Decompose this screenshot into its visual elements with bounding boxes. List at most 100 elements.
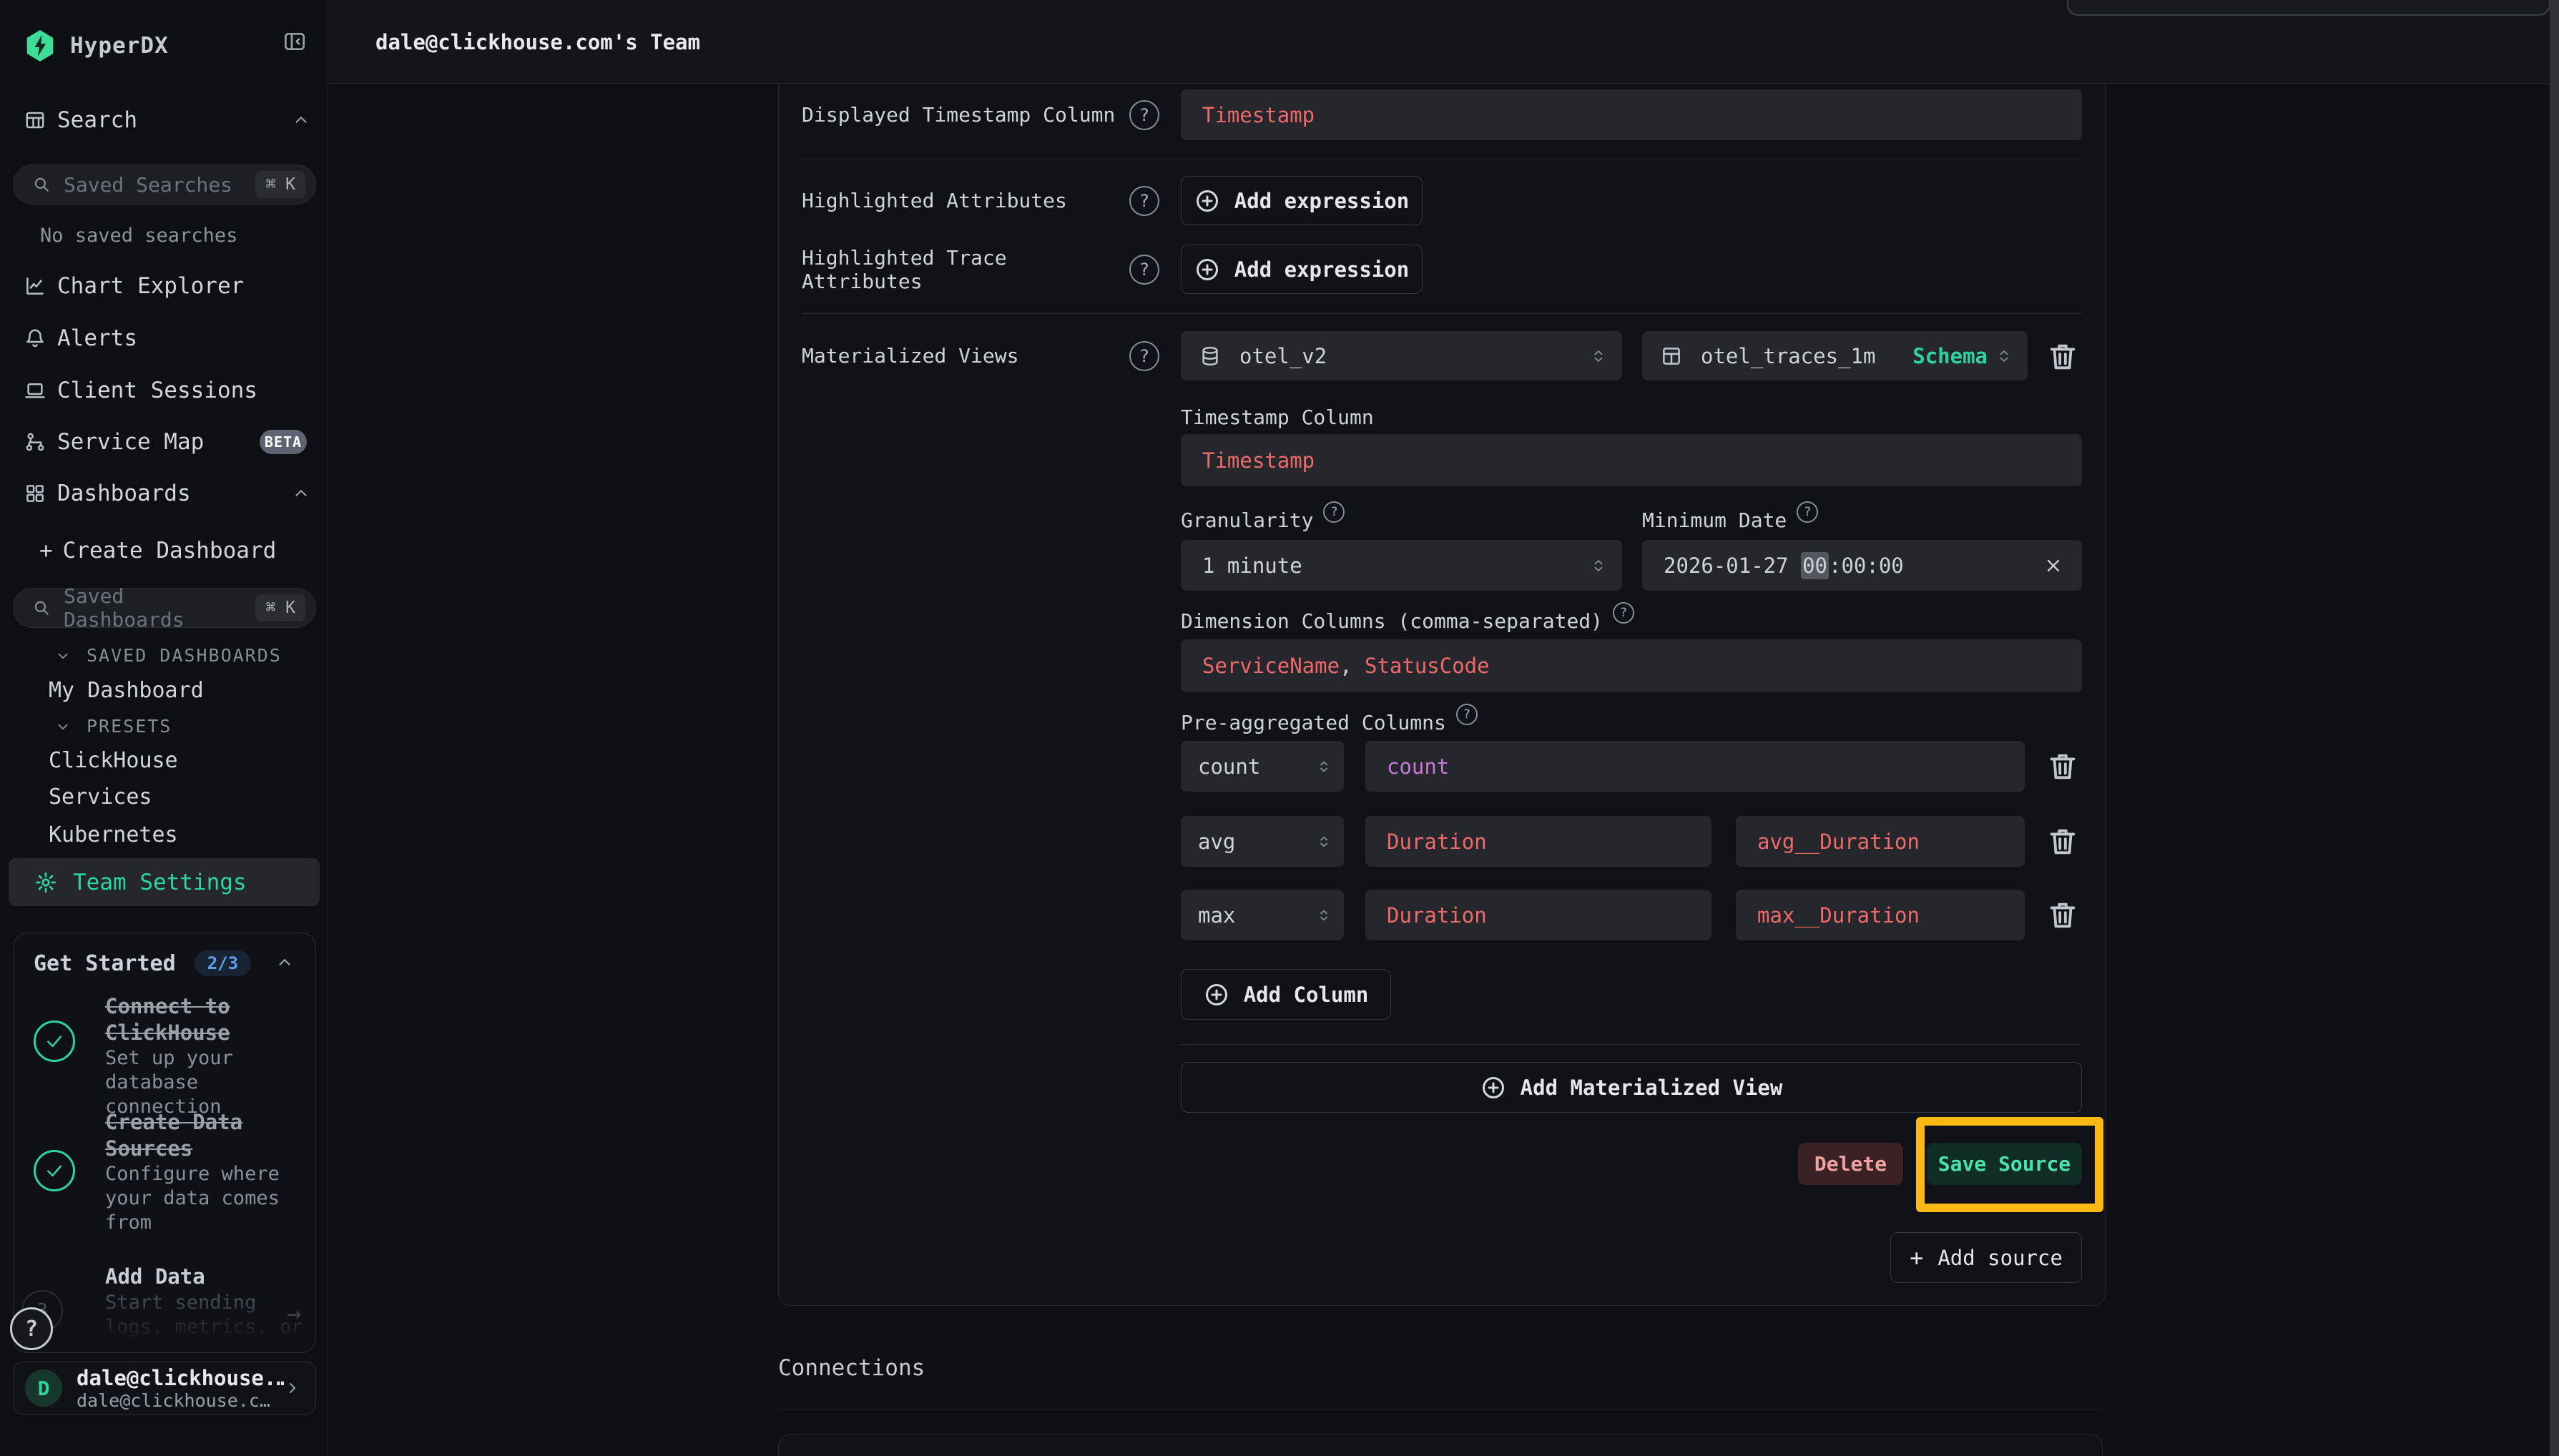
add-expression-button[interactable]: Add expression xyxy=(1181,176,1423,225)
sidebar-item-dashboards[interactable]: Dashboards xyxy=(0,468,328,519)
sidebar-item-client-sessions[interactable]: Client Sessions xyxy=(0,365,328,416)
beta-badge: BETA xyxy=(260,430,307,454)
search-icon xyxy=(32,175,51,194)
step-title[interactable]: Create Data Sources xyxy=(105,1109,313,1162)
floating-panel-cutoff xyxy=(2067,0,2550,16)
user-menu[interactable]: D dale@clickhouse.… dale@clickhouse.c… xyxy=(13,1362,316,1415)
sidebar-item-label: Client Sessions xyxy=(57,378,257,403)
sidebar-item-services[interactable]: Services xyxy=(49,784,152,810)
aggregation-expr-input[interactable]: Duration xyxy=(1365,816,1711,867)
hour-segment: 00 xyxy=(1801,552,1829,579)
help-icon[interactable]: ? xyxy=(1129,100,1159,130)
page-title: dale@clickhouse.com's Team xyxy=(375,0,700,84)
plus-circle-icon xyxy=(1204,982,1229,1008)
delete-column-trash-icon[interactable] xyxy=(2046,825,2079,857)
chart-explorer-icon xyxy=(24,275,46,297)
sidebar-item-chart-explorer[interactable]: Chart Explorer xyxy=(0,260,328,312)
help-button[interactable]: ? xyxy=(10,1307,53,1350)
aggregation-expr-input[interactable]: Duration xyxy=(1365,890,1711,940)
search-icon xyxy=(32,599,51,617)
dimension-columns-label: Dimension Columns (comma-separated) xyxy=(1181,609,1603,633)
chevron-up-icon[interactable] xyxy=(275,953,294,972)
sidebar-item-clickhouse[interactable]: ClickHouse xyxy=(49,748,178,773)
sidebar-item-label: Service Map xyxy=(57,429,204,455)
chevron-down-icon xyxy=(55,648,71,664)
help-icon[interactable]: ? xyxy=(1797,501,1818,523)
table-select[interactable]: otel_traces_1m Schema xyxy=(1642,331,2028,380)
delete-button[interactable]: Delete xyxy=(1798,1143,1903,1185)
delete-view-trash-icon[interactable] xyxy=(2046,340,2079,373)
select-chevrons-icon xyxy=(1591,345,1606,367)
help-icon[interactable]: ? xyxy=(1129,186,1159,216)
chevron-up-icon[interactable] xyxy=(292,484,310,503)
aggregation-fn-select[interactable]: max xyxy=(1181,890,1344,940)
create-dashboard-button[interactable]: + Create Dashboard xyxy=(0,525,328,576)
help-icon[interactable]: ? xyxy=(1456,704,1478,725)
saved-dashboards-input[interactable]: Saved Dashboards ⌘ K xyxy=(13,588,316,628)
clear-date-icon[interactable] xyxy=(2043,556,2063,576)
get-started-header[interactable]: Get Started 2/3 xyxy=(34,950,251,976)
highlighted-attributes-label: Highlighted Attributes xyxy=(802,189,1067,212)
granularity-label: Granularity xyxy=(1181,508,1313,532)
aggregation-fn-select[interactable]: count xyxy=(1181,741,1344,792)
granularity-select[interactable]: 1 minute xyxy=(1181,540,1622,591)
timestamp-column-label: Timestamp Column xyxy=(1181,405,1374,429)
database-icon xyxy=(1199,345,1222,367)
dimension-columns-input[interactable]: ServiceName, StatusCode xyxy=(1181,639,2082,692)
plus-icon: + xyxy=(39,538,53,564)
step-description: Start sending logs, metrics, or traces xyxy=(105,1291,316,1353)
select-chevrons-icon xyxy=(1317,832,1332,852)
step-complete-icon xyxy=(34,1150,75,1191)
minimum-date-input[interactable]: 2026-01-27 00:00:00 xyxy=(1642,540,2082,591)
add-column-button[interactable]: Add Column xyxy=(1181,969,1391,1020)
saved-dashboards-section[interactable]: SAVED DASHBOARDS xyxy=(55,645,282,666)
search-section-icon xyxy=(24,109,46,131)
delete-column-trash-icon[interactable] xyxy=(2046,749,2079,782)
database-select[interactable]: otel_v2 xyxy=(1181,331,1622,380)
plus-circle-icon xyxy=(1480,1075,1506,1101)
section-label: PRESETS xyxy=(87,716,172,737)
kbd-shortcut: ⌘ K xyxy=(255,594,305,621)
step-title[interactable]: Connect to ClickHouse xyxy=(105,993,313,1046)
add-expression-button[interactable]: Add expression xyxy=(1181,245,1423,294)
presets-section[interactable]: PRESETS xyxy=(55,716,172,737)
sidebar-item-my-dashboard[interactable]: My Dashboard xyxy=(49,678,204,703)
aggregation-alias-input[interactable]: avg__Duration xyxy=(1736,816,2025,867)
schema-link[interactable]: Schema xyxy=(1912,344,1988,368)
help-icon[interactable]: ? xyxy=(1613,602,1634,624)
save-source-button[interactable]: Save Source xyxy=(1927,1143,2082,1185)
help-icon[interactable]: ? xyxy=(1129,341,1159,371)
saved-searches-input[interactable]: Saved Searches ⌘ K xyxy=(13,164,316,205)
add-source-button[interactable]: + Add source xyxy=(1890,1232,2082,1283)
no-saved-searches-text: No saved searches xyxy=(40,225,237,247)
minimum-date-label: Minimum Date xyxy=(1642,508,1787,532)
progress-badge: 2/3 xyxy=(195,950,251,976)
displayed-timestamp-input[interactable]: Timestamp xyxy=(1181,89,2082,140)
divider xyxy=(1181,1044,2082,1045)
sidebar-collapse-icon[interactable] xyxy=(282,30,308,53)
search-placeholder: Saved Searches xyxy=(64,173,255,197)
add-materialized-view-button[interactable]: Add Materialized View xyxy=(1181,1062,2082,1113)
help-icon[interactable]: ? xyxy=(1129,255,1159,285)
create-dashboard-label: Create Dashboard xyxy=(63,538,277,564)
help-icon[interactable]: ? xyxy=(1323,501,1345,523)
timestamp-column-input[interactable]: Timestamp xyxy=(1181,434,2082,486)
aggregation-alias-input[interactable]: max__Duration xyxy=(1736,890,2025,940)
aggregation-fn-select[interactable]: avg xyxy=(1181,816,1344,867)
sidebar-item-kubernetes[interactable]: Kubernetes xyxy=(49,822,178,847)
step-title[interactable]: Add Data xyxy=(105,1264,313,1290)
select-chevrons-icon xyxy=(1996,345,2012,367)
delete-column-trash-icon[interactable] xyxy=(2046,898,2079,931)
sidebar-item-team-settings[interactable]: Team Settings xyxy=(9,858,320,906)
user-email: dale@clickhouse.c… xyxy=(77,1390,284,1411)
chevron-up-icon[interactable] xyxy=(292,111,310,129)
connections-heading: Connections xyxy=(778,1355,925,1381)
select-chevrons-icon xyxy=(1317,905,1332,925)
table-icon xyxy=(1661,345,1684,367)
arrow-right-icon[interactable]: → xyxy=(287,1299,301,1328)
aggregation-expr-input[interactable]: count xyxy=(1365,741,2025,792)
source-settings-card: Displayed Timestamp Column ? Timestamp H… xyxy=(778,84,2106,1306)
scrollbar[interactable] xyxy=(2550,0,2559,1456)
sidebar-item-search[interactable]: Search xyxy=(0,94,328,146)
sidebar-item-alerts[interactable]: Alerts xyxy=(0,313,328,364)
